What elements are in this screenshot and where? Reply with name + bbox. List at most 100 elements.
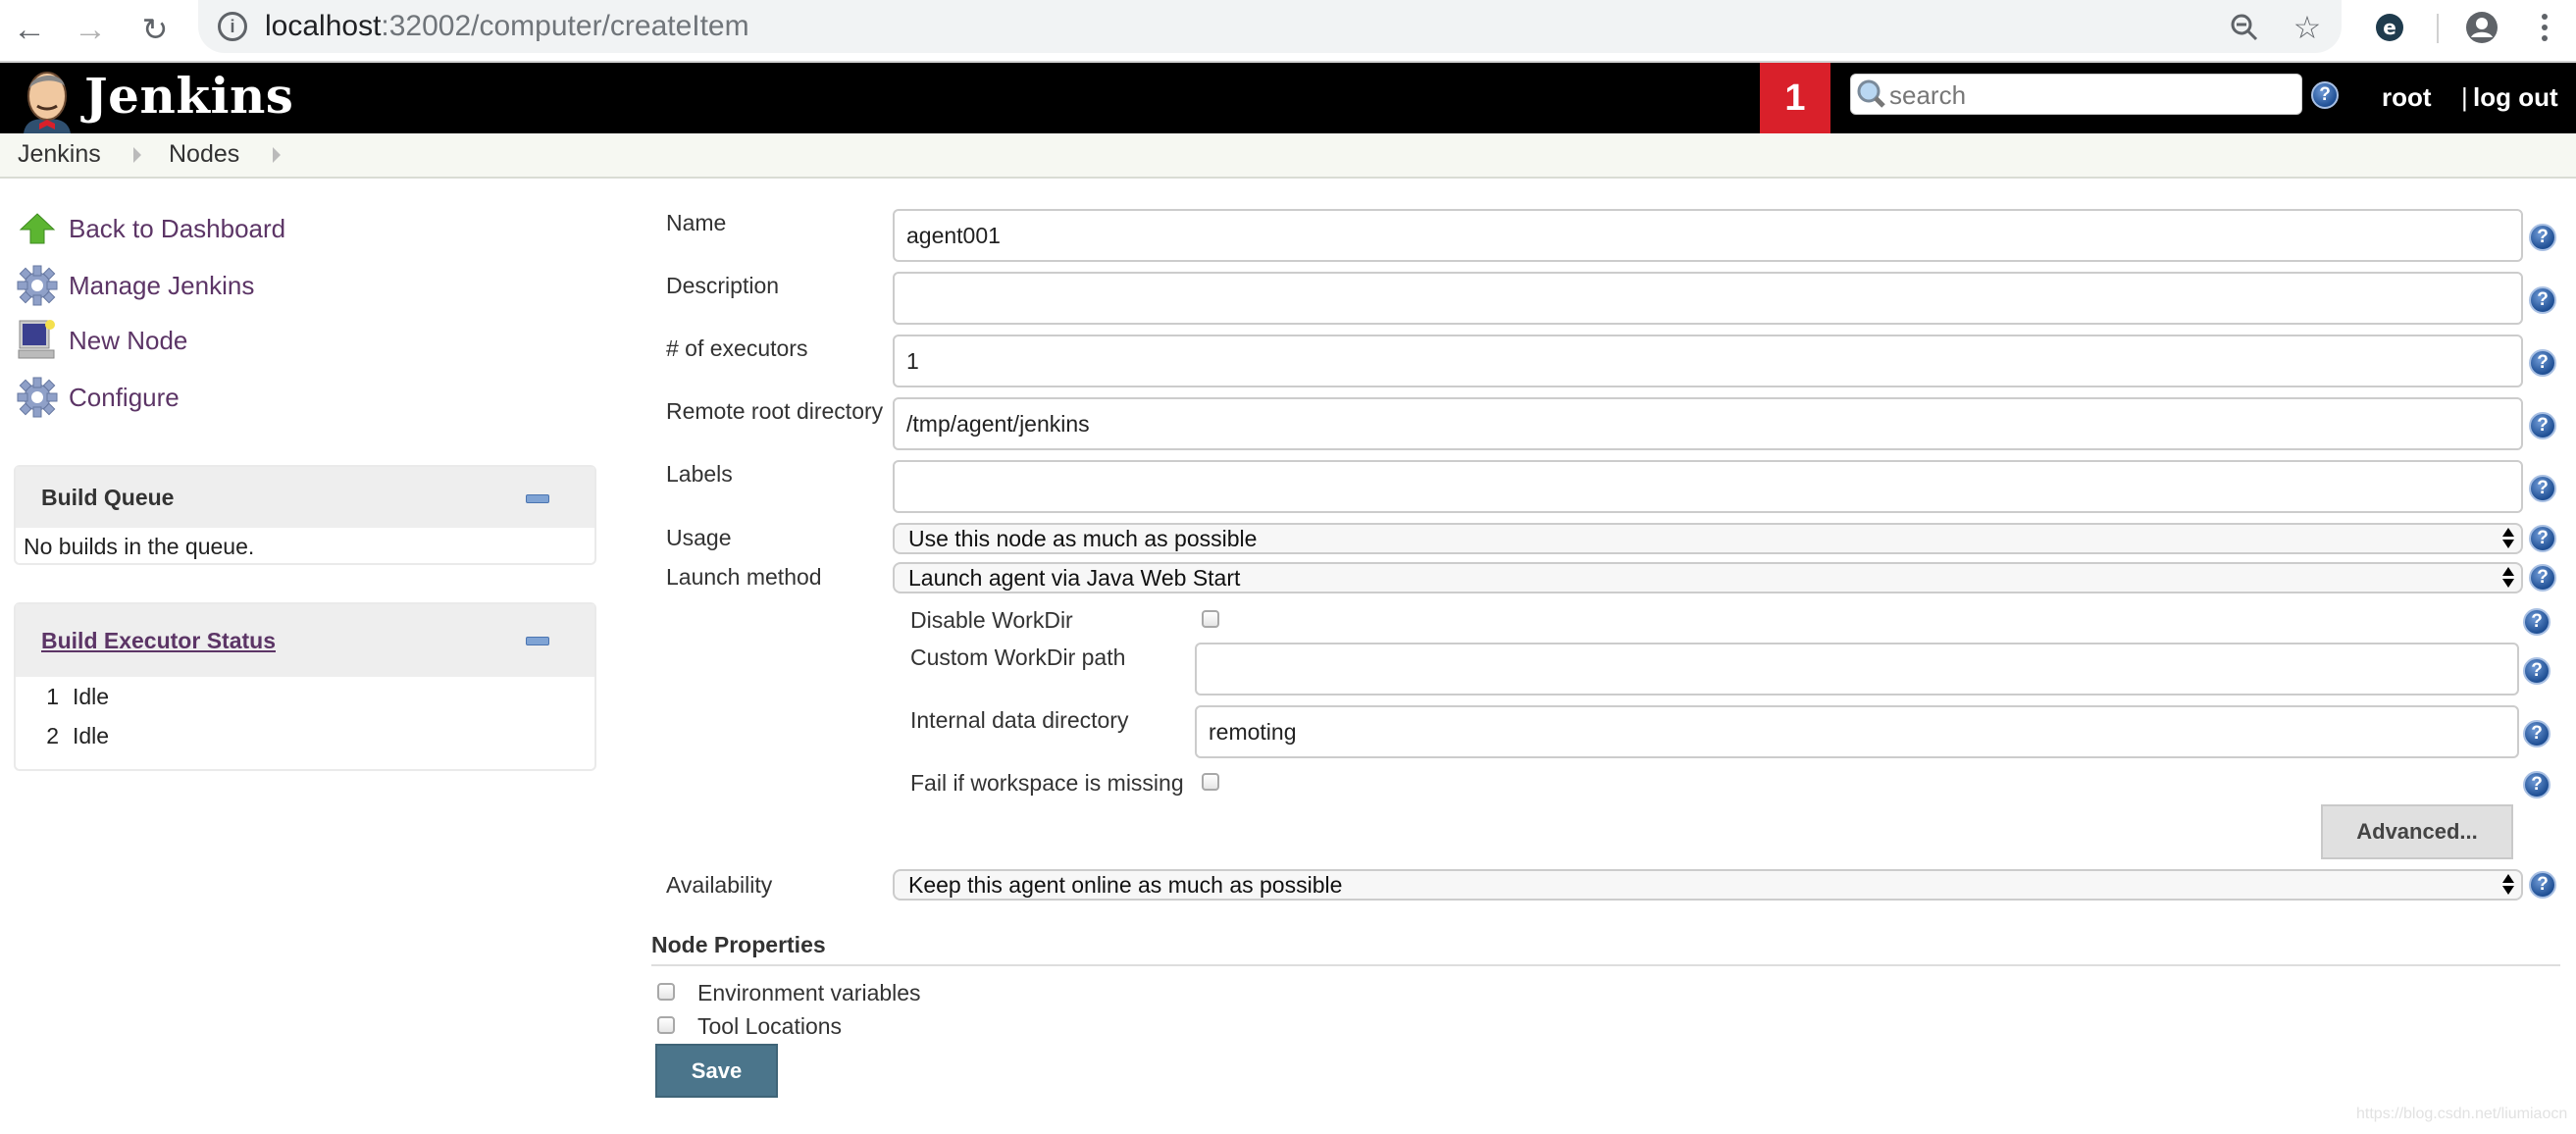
collapse-icon[interactable] (526, 637, 549, 645)
build-queue-body: No builds in the queue. (24, 534, 255, 559)
build-queue-pane: Build Queue No builds in the queue. (14, 465, 596, 565)
executor-row: 1 Idle (16, 677, 594, 716)
labels-help-icon[interactable]: ? (2529, 475, 2556, 502)
browser-menu-icon[interactable] (2525, 8, 2564, 47)
search-help-icon[interactable]: ? (2311, 81, 2339, 109)
executor-row: 2 Idle (16, 716, 594, 755)
breadcrumb (0, 133, 2576, 179)
back-arrow-icon[interactable]: ← (10, 10, 49, 49)
profile-avatar-icon[interactable] (2462, 8, 2501, 47)
sidebar-item-configure[interactable]: Configure (16, 374, 180, 421)
build-queue-header: Build Queue (16, 467, 594, 528)
internal-data-dir-input[interactable] (1195, 705, 2519, 758)
tool-locations-label: Tool Locations (697, 1013, 843, 1039)
custom-workdir-input[interactable] (1195, 643, 2519, 696)
launch-method-help-icon[interactable]: ? (2529, 564, 2556, 592)
fail-if-missing-label: Fail if workspace is missing (910, 770, 1184, 796)
section-divider (651, 964, 2560, 966)
node-properties-title: Node Properties (651, 932, 826, 957)
sidebar-item-new-node[interactable]: New Node (16, 317, 187, 364)
description-help-icon[interactable]: ? (2529, 286, 2556, 314)
usage-select[interactable]: Use this node as much as possible (893, 523, 2523, 554)
availability-help-icon[interactable]: ? (2529, 871, 2556, 899)
bookmark-star-icon[interactable]: ☆ (2288, 8, 2327, 47)
usage-label: Usage (666, 525, 732, 550)
select-arrows-icon (2501, 528, 2515, 548)
search-input[interactable] (1887, 77, 2298, 114)
labels-label: Labels (666, 461, 733, 487)
watermark: https://blog.csdn.net/liumiaocn (2356, 1106, 2568, 1122)
remote-root-input[interactable] (893, 397, 2523, 450)
executor-status-link[interactable]: Build Executor Status (41, 628, 276, 654)
usage-selected-value: Use this node as much as possible (908, 525, 1258, 551)
sidebar-item-label: Back to Dashboard (69, 213, 286, 243)
executor-status: Idle (73, 722, 110, 748)
availability-select[interactable]: Keep this agent online as much as possib… (893, 869, 2523, 901)
internal-data-dir-help-icon[interactable]: ? (2523, 720, 2550, 747)
notification-badge[interactable]: 1 (1760, 63, 1830, 133)
name-help-icon[interactable]: ? (2529, 224, 2556, 251)
executor-number: 2 (46, 722, 59, 748)
launch-method-select[interactable]: Launch agent via Java Web Start (893, 562, 2523, 593)
breadcrumb-nodes[interactable]: Nodes (169, 140, 239, 169)
sidebar-item-manage-jenkins[interactable]: Manage Jenkins (16, 262, 254, 309)
custom-workdir-label: Custom WorkDir path (910, 644, 1126, 670)
user-link[interactable]: root (2382, 82, 2432, 113)
custom-workdir-help-icon[interactable]: ? (2523, 657, 2550, 685)
fail-if-missing-checkbox[interactable] (1202, 773, 1219, 791)
executors-help-icon[interactable]: ? (2529, 349, 2556, 377)
executor-status-pane: Build Executor Status 1 Idle 2 Idle (14, 602, 596, 771)
header-separator: | (2461, 82, 2468, 112)
fail-if-missing-help-icon[interactable]: ? (2523, 771, 2550, 799)
extension-icon[interactable]: e (2370, 8, 2409, 47)
reload-icon[interactable]: ↻ (135, 10, 175, 49)
logout-link[interactable]: log out (2473, 82, 2558, 113)
jenkins-logo-text[interactable]: Jenkins (84, 61, 293, 131)
remote-root-label: Remote root directory (666, 398, 884, 424)
url-path: :32002/computer/createItem (381, 10, 749, 42)
forward-arrow-icon[interactable]: → (71, 10, 110, 49)
save-button[interactable]: Save (655, 1044, 778, 1098)
sidebar-item-label: Configure (69, 382, 180, 412)
disable-workdir-label: Disable WorkDir (910, 607, 1073, 633)
availability-label: Availability (666, 872, 773, 898)
url-host: localhost (265, 10, 382, 42)
executors-label: # of executors (666, 335, 808, 361)
labels-input[interactable] (893, 460, 2523, 513)
disable-workdir-help-icon[interactable]: ? (2523, 608, 2550, 636)
sidebar-item-label: Manage Jenkins (69, 270, 255, 300)
disable-workdir-checkbox[interactable] (1202, 610, 1219, 628)
jenkins-logo-icon[interactable] (20, 69, 75, 133)
executors-input[interactable] (893, 335, 2523, 387)
availability-selected-value: Keep this agent online as much as possib… (908, 871, 1343, 898)
sidebar-item-back-to-dashboard[interactable]: Back to Dashboard (16, 205, 285, 252)
select-arrows-icon (2501, 567, 2515, 588)
gear-icon (16, 264, 59, 307)
breadcrumb-arrow-icon[interactable] (133, 147, 141, 163)
search-icon (1856, 78, 1887, 110)
description-input[interactable] (893, 272, 2523, 325)
name-input[interactable] (893, 209, 2523, 262)
executor-status: Idle (73, 683, 110, 709)
address-url[interactable]: localhost:32002/computer/createItem (265, 8, 749, 45)
description-label: Description (666, 273, 780, 298)
internal-data-dir-label: Internal data directory (910, 707, 1129, 733)
svg-text:e: e (2383, 16, 2396, 39)
collapse-icon[interactable] (526, 494, 549, 503)
toolbar-divider (2437, 14, 2439, 43)
advanced-button[interactable]: Advanced... (2321, 804, 2513, 859)
sidebar-item-label: New Node (69, 325, 188, 355)
site-info-icon[interactable]: i (218, 12, 247, 41)
breadcrumb-jenkins[interactable]: Jenkins (18, 140, 101, 169)
executor-list: 1 Idle 2 Idle (16, 677, 594, 755)
select-arrows-icon (2501, 874, 2515, 895)
zoom-out-icon[interactable] (2225, 8, 2264, 47)
breadcrumb-arrow-icon[interactable] (273, 147, 281, 163)
remote-root-help-icon[interactable]: ? (2529, 412, 2556, 439)
tool-locations-checkbox[interactable] (657, 1016, 675, 1034)
launch-method-label: Launch method (666, 564, 822, 590)
usage-help-icon[interactable]: ? (2529, 525, 2556, 552)
executor-number: 1 (46, 683, 59, 709)
gear-icon (16, 376, 59, 419)
environment-variables-checkbox[interactable] (657, 983, 675, 1001)
